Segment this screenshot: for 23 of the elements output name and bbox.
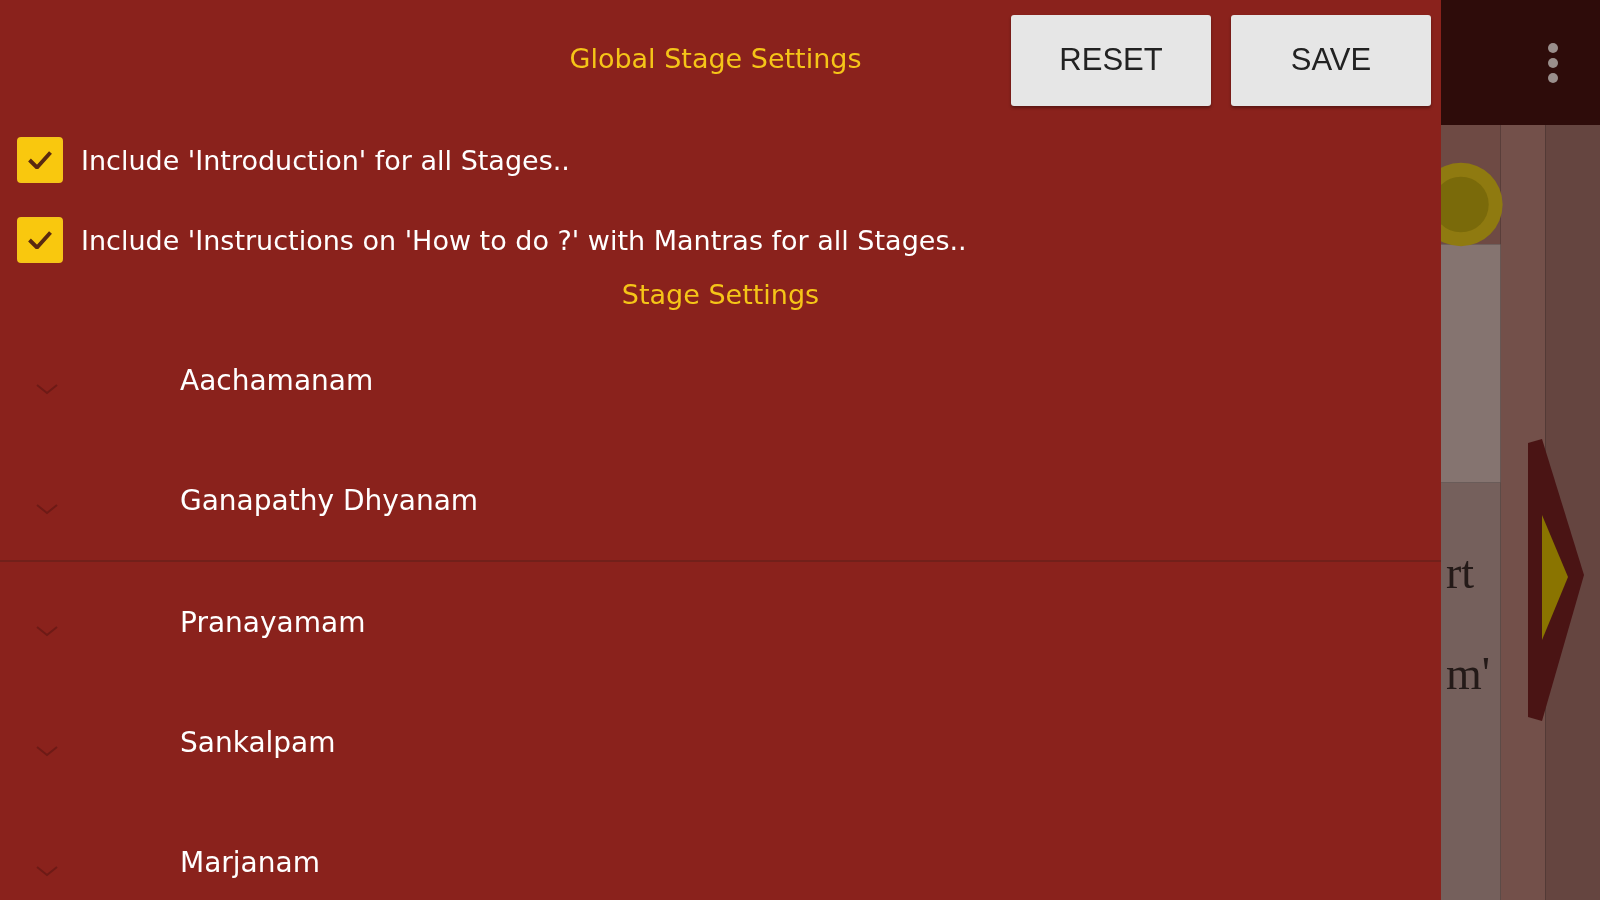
- stage-name[interactable]: Sankalpam: [180, 725, 336, 759]
- stage-name[interactable]: Ganapathy Dhyanam: [180, 483, 479, 517]
- stage-name[interactable]: Marjanam: [180, 845, 320, 879]
- checkbox[interactable]: [17, 217, 63, 263]
- panel-title: Global Stage Settings: [568, 42, 863, 74]
- background-text: m': [1446, 651, 1491, 697]
- background-text: rt: [1446, 550, 1476, 596]
- chevron-down-icon[interactable]: [35, 503, 59, 515]
- chevron-down-icon[interactable]: [35, 383, 59, 395]
- option-label: Include 'Introduction' for all Stages..: [81, 144, 570, 176]
- chevron-down-icon[interactable]: [35, 865, 59, 877]
- stage-name[interactable]: Pranayamam: [180, 605, 366, 639]
- checkmark-icon: [28, 151, 52, 169]
- chevron-down-icon[interactable]: [35, 625, 59, 637]
- option-label: Include 'Instructions on 'How to do ?' with Mantras for all Stages..: [81, 224, 967, 256]
- checkbox[interactable]: [17, 137, 63, 183]
- section-title: Stage Settings: [620, 280, 821, 312]
- action-button[interactable]: SAVE: [1231, 14, 1431, 106]
- chevron-down-icon[interactable]: [35, 745, 59, 757]
- action-button[interactable]: RESET: [1011, 14, 1211, 106]
- stage-name[interactable]: Aachamanam: [180, 363, 374, 397]
- more-icon[interactable]: [1547, 41, 1559, 84]
- checkmark-icon: [28, 231, 52, 249]
